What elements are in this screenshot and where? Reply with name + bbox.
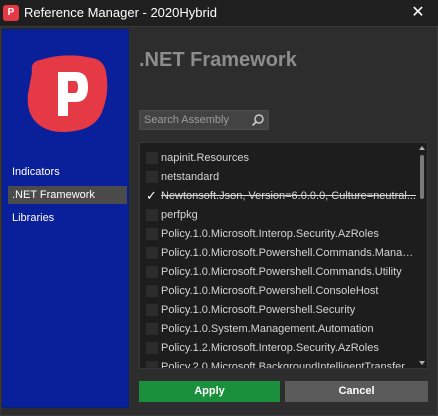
- search-input[interactable]: [144, 112, 248, 128]
- app-icon: P: [3, 5, 19, 21]
- list-item[interactable]: Policy.1.0.Microsoft.Powershell.Commands…: [140, 263, 419, 282]
- list-item-label: netstandard: [161, 171, 220, 183]
- list-item[interactable]: Policy.1.0.Microsoft.Interop.Security.Az…: [140, 225, 419, 244]
- list-item[interactable]: Policy.1.0.Microsoft.Powershell.Commands…: [140, 244, 419, 263]
- window-title: Reference Manager - 2020Hybrid: [24, 5, 217, 20]
- scroll-up-icon[interactable]: [419, 146, 425, 150]
- search-icon[interactable]: [251, 113, 265, 127]
- list-item-label: Newtonsoft.Json, Version=6.0.0.0, Cultur…: [161, 190, 416, 202]
- checkbox[interactable]: [146, 266, 158, 278]
- checkbox[interactable]: [146, 304, 158, 316]
- close-button[interactable]: ✕: [398, 0, 438, 26]
- checkbox[interactable]: [146, 152, 158, 164]
- list-item-label: Policy.1.0.Microsoft.Powershell.ConsoleH…: [161, 285, 379, 297]
- title-bar: P Reference Manager - 2020Hybrid ✕: [0, 0, 438, 26]
- page-title: .NET Framework: [139, 49, 297, 71]
- list-item-label: Policy.1.2.Microsoft.Interop.Security.Az…: [161, 342, 379, 354]
- list-item-label: Policy.1.0.System.Management.Automation: [161, 323, 374, 335]
- checkbox[interactable]: [146, 342, 158, 354]
- cancel-button[interactable]: Cancel: [285, 381, 428, 402]
- list-item-label: Policy.1.0.Microsoft.Interop.Security.Az…: [161, 228, 379, 240]
- list-item[interactable]: netstandard: [140, 168, 419, 187]
- list-item-label: Policy.1.0.Microsoft.Powershell.Commands…: [161, 247, 417, 259]
- list-item[interactable]: Policy.1.2.Microsoft.Interop.Security.Az…: [140, 339, 419, 358]
- logo: [22, 50, 110, 134]
- logo-icon: [27, 55, 108, 132]
- list-item[interactable]: Policy.1.0.Microsoft.Powershell.Security: [140, 301, 419, 320]
- scroll-thumb[interactable]: [420, 155, 424, 199]
- list-item-label: Policy.1.0.Microsoft.Powershell.Security: [161, 304, 356, 316]
- list-item[interactable]: napinit.Resources: [140, 149, 419, 168]
- list-item-label: Policy.1.0.Microsoft.Powershell.Commands…: [161, 266, 402, 278]
- sidebar: Indicators .NET Framework Libraries: [2, 29, 129, 408]
- checkbox[interactable]: [146, 361, 158, 368]
- list-item[interactable]: Policy.1.0.Microsoft.Powershell.ConsoleH…: [140, 282, 419, 301]
- checkbox[interactable]: [146, 228, 158, 240]
- search-box: [139, 110, 269, 130]
- list-item-label: napinit.Resources: [161, 152, 250, 164]
- list-scrollbar[interactable]: [418, 143, 427, 368]
- list-item[interactable]: Policy.2.0.Microsoft.BackgroundIntellige…: [140, 358, 419, 369]
- list-item[interactable]: perfpkg: [140, 206, 419, 225]
- checkbox[interactable]: [146, 285, 158, 297]
- sidebar-item-libraries[interactable]: Libraries: [8, 209, 127, 227]
- list-item-label: perfpkg: [161, 209, 198, 221]
- list-item-label: Policy.2.0.Microsoft.BackgroundIntellige…: [161, 361, 414, 369]
- checkbox[interactable]: [146, 171, 158, 183]
- scroll-down-icon[interactable]: [419, 361, 425, 365]
- assembly-list[interactable]: napinit.Resources netstandard ✓ Newtonsoft.…: [139, 142, 428, 369]
- list-item[interactable]: ✓ Newtonsoft.Json, Version=6.0.0.0, Cultu…: [140, 187, 419, 206]
- checkbox[interactable]: [146, 247, 158, 259]
- apply-button[interactable]: Apply: [139, 381, 280, 402]
- main-panel: .NET Framework napinit.Resources netstand…: [130, 29, 436, 408]
- list-item[interactable]: Policy.1.0.System.Management.Automation: [140, 320, 419, 339]
- checkbox[interactable]: [146, 209, 158, 221]
- sidebar-item-indicators[interactable]: Indicators: [8, 163, 127, 181]
- checkmark-icon[interactable]: ✓: [146, 189, 158, 202]
- sidebar-item-net-framework[interactable]: .NET Framework: [8, 186, 127, 204]
- checkbox[interactable]: [146, 323, 158, 335]
